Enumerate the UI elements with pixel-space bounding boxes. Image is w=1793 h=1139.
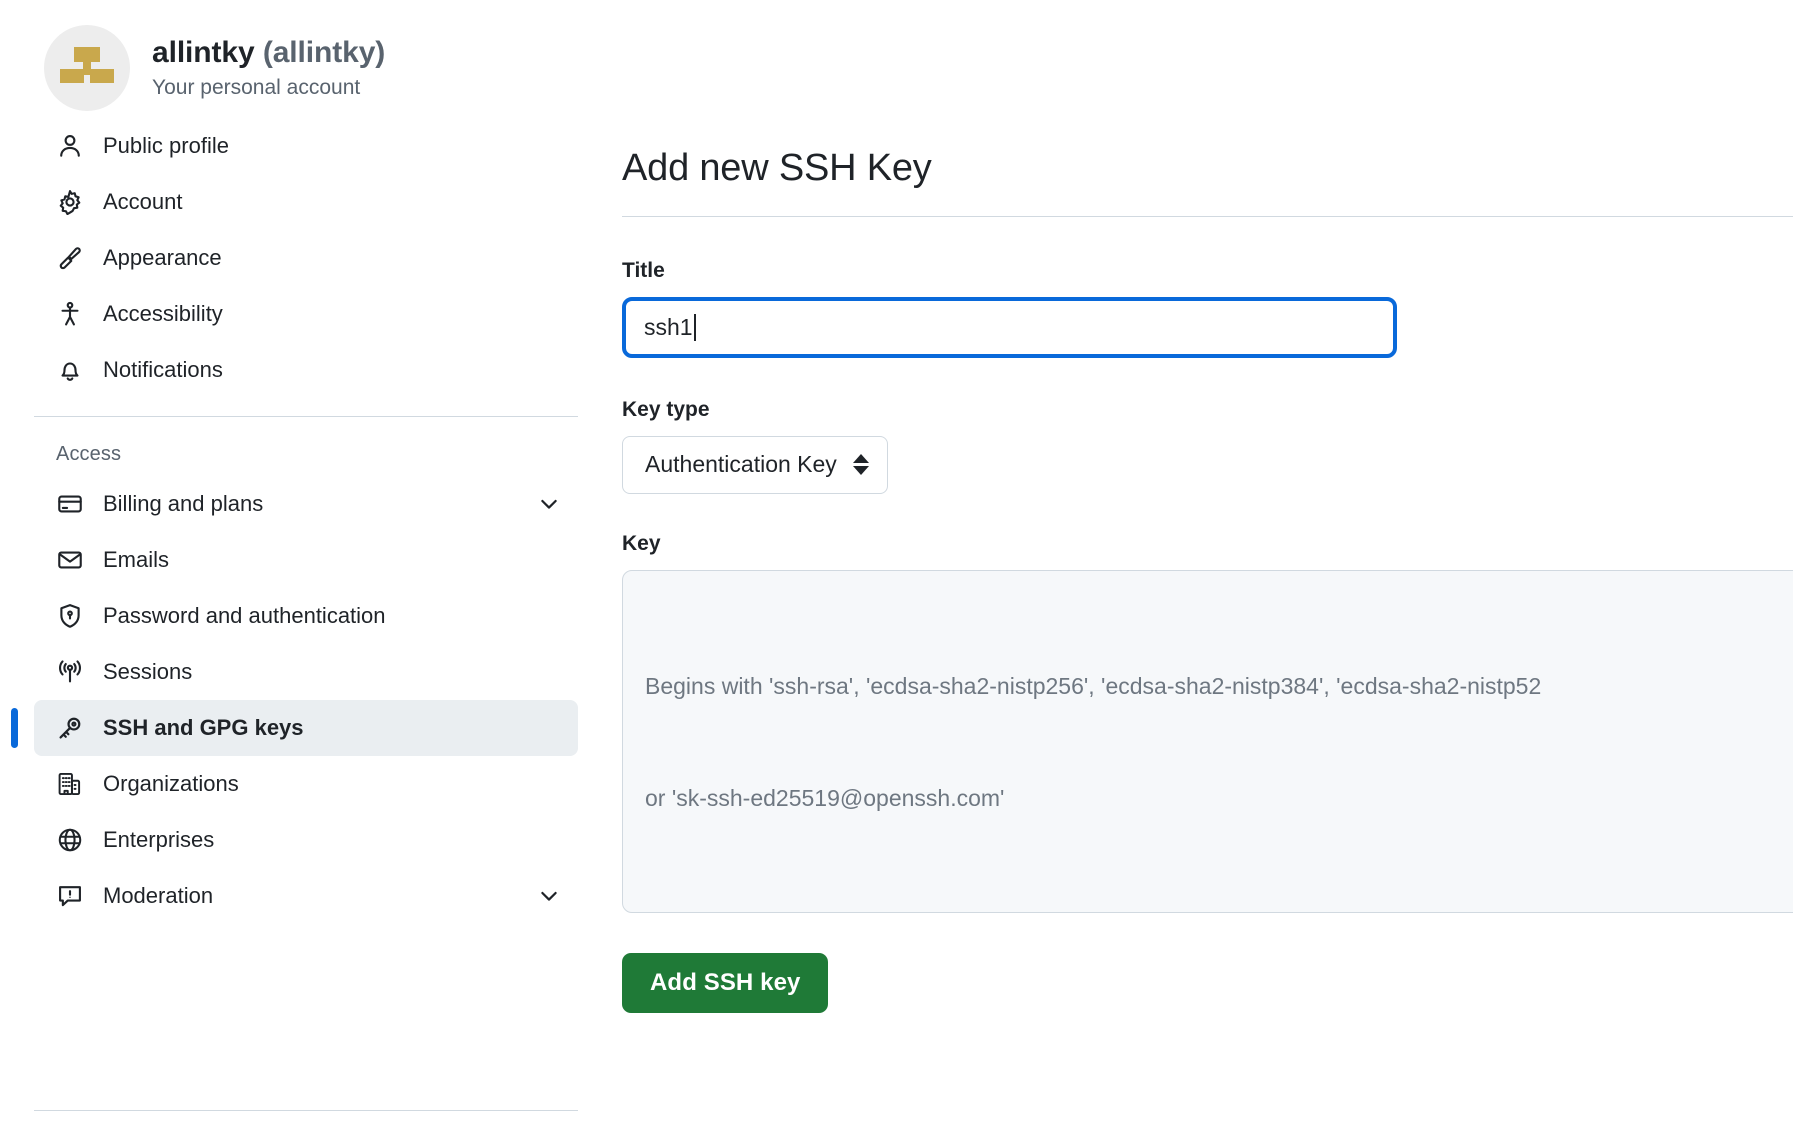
primary-nav: Public profile Account Appearance Access…	[0, 118, 612, 398]
account-header: allintky (allintky) Your personal accoun…	[0, 0, 612, 118]
key-placeholder-line-1: Begins with 'ssh-rsa', 'ecdsa-sha2-nistp…	[645, 673, 1542, 700]
sidebar-item-moderation[interactable]: Moderation	[34, 868, 578, 924]
key-type-selected-value: Authentication Key	[645, 451, 837, 478]
selected-indicator	[11, 708, 18, 748]
globe-icon	[56, 826, 84, 854]
sidebar-item-notifications[interactable]: Notifications	[34, 342, 578, 398]
settings-sidebar: allintky (allintky) Your personal accoun…	[0, 0, 612, 1139]
organization-icon	[56, 770, 84, 798]
shield-lock-icon	[56, 602, 84, 630]
sidebar-label: Password and authentication	[103, 603, 386, 628]
avatar	[44, 25, 130, 111]
sidebar-label: Public profile	[103, 133, 229, 158]
key-textarea[interactable]: Begins with 'ssh-rsa', 'ecdsa-sha2-nistp…	[622, 569, 1793, 913]
sidebar-item-organizations[interactable]: Organizations	[34, 756, 578, 812]
account-text: allintky (allintky) Your personal accoun…	[152, 34, 385, 103]
sidebar-item-accessibility[interactable]: Accessibility	[34, 286, 578, 342]
title-divider	[622, 215, 1793, 217]
sidebar-label: Notifications	[103, 357, 223, 382]
settings-page: allintky (allintky) Your personal accoun…	[0, 0, 1793, 1139]
sidebar-label: Accessibility	[103, 301, 223, 326]
paintbrush-icon	[56, 244, 84, 272]
sidebar-label: Enterprises	[103, 827, 215, 852]
sidebar-item-password-and-authentication[interactable]: Password and authentication	[34, 588, 578, 644]
access-nav: Billing and plans Emails Password and au…	[0, 476, 612, 924]
title-field-group: Title ssh1	[622, 259, 1793, 358]
account-name: allintky	[152, 35, 255, 69]
sidebar-label: Account	[103, 189, 183, 214]
title-input[interactable]: ssh1	[622, 296, 1397, 358]
main-content: Add new SSH Key Title ssh1 Key type Auth…	[612, 0, 1793, 1139]
sidebar-section-access: Access	[56, 443, 122, 465]
org-chart-avatar-icon	[58, 39, 116, 97]
title-field-label: Title	[622, 258, 665, 282]
sort-chevrons-icon	[852, 454, 869, 476]
gear-icon	[56, 188, 84, 216]
sidebar-item-appearance[interactable]: Appearance	[34, 230, 578, 286]
sidebar-label: Emails	[103, 547, 170, 572]
sidebar-item-public-profile[interactable]: Public profile	[34, 118, 578, 174]
sidebar-item-enterprises[interactable]: Enterprises	[34, 812, 578, 868]
person-icon	[56, 132, 84, 160]
sidebar-label: Organizations	[103, 771, 239, 796]
title-input-value: ssh1	[644, 313, 693, 340]
sidebar-label: Moderation	[103, 883, 214, 908]
account-handle: (allintky)	[262, 35, 386, 69]
account-subtitle: Your personal account	[152, 76, 361, 100]
key-type-select[interactable]: Authentication Key	[622, 435, 888, 494]
sidebar-item-ssh-and-gpg-keys[interactable]: SSH and GPG keys	[11, 700, 578, 756]
bell-icon	[56, 356, 84, 384]
sidebar-label: SSH and GPG keys	[103, 715, 304, 740]
accessibility-icon	[56, 300, 84, 328]
sidebar-label: Appearance	[103, 245, 222, 270]
sidebar-bottom-divider	[34, 1110, 578, 1111]
sidebar-label: Sessions	[103, 659, 193, 684]
sidebar-item-account[interactable]: Account	[34, 174, 578, 230]
sidebar-item-emails[interactable]: Emails	[34, 532, 578, 588]
text-caret	[693, 313, 696, 341]
key-field-group: Key Begins with 'ssh-rsa', 'ecdsa-sha2-n…	[622, 532, 1793, 913]
key-icon	[56, 714, 84, 742]
key-placeholder-line-2: or 'sk-ssh-ed25519@openssh.com'	[645, 784, 1005, 811]
add-ssh-key-button[interactable]: Add SSH key	[622, 952, 829, 1013]
sidebar-item-sessions[interactable]: Sessions	[34, 644, 578, 700]
credit-card-icon	[56, 490, 84, 518]
account-name-line: allintky (allintky)	[152, 34, 385, 72]
broadcast-icon	[56, 658, 84, 686]
sidebar-label: Billing and plans	[103, 491, 264, 516]
chevron-down-icon[interactable]	[536, 883, 562, 909]
key-field-label: Key	[622, 531, 661, 555]
report-icon	[56, 882, 84, 910]
key-type-label: Key type	[622, 397, 710, 421]
mail-icon	[56, 546, 84, 574]
chevron-down-icon[interactable]	[536, 491, 562, 517]
key-type-field-group: Key type Authentication Key	[622, 398, 1793, 494]
sidebar-item-billing-and-plans[interactable]: Billing and plans	[34, 476, 578, 532]
page-title: Add new SSH Key	[622, 147, 932, 189]
